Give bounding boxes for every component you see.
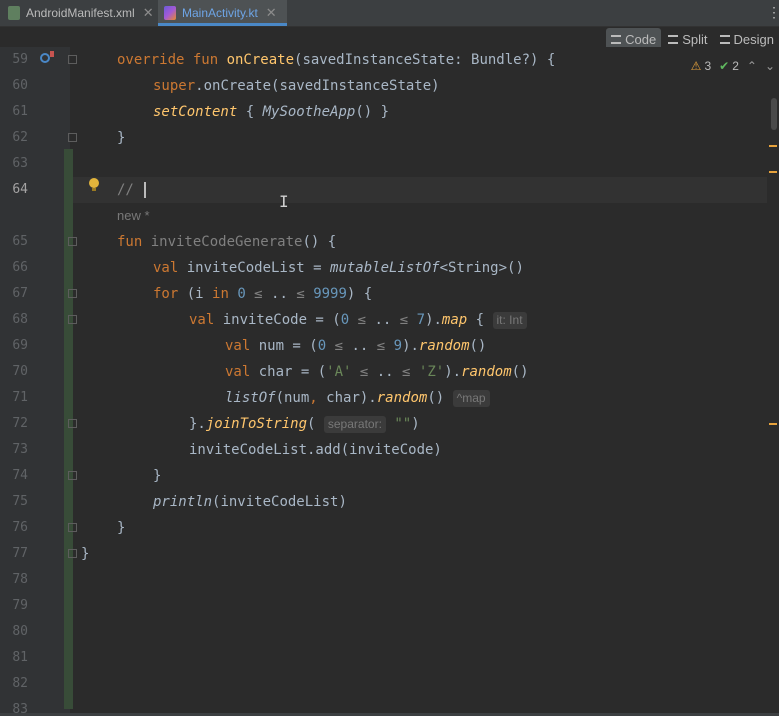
fold-marker-icon[interactable] <box>68 315 77 324</box>
editor-tab-bar: AndroidManifest.xml ✕ MainActivity.kt ✕ … <box>0 0 779 27</box>
code-line-67: for (i in 0 ≤ .. ≤ 9999) { <box>153 286 373 302</box>
code-line-74: } <box>153 468 162 484</box>
line-number: 62 <box>12 130 28 145</box>
line-number: 78 <box>12 572 28 587</box>
code-line-60: super.onCreate(savedInstanceState) <box>153 78 440 94</box>
view-mode-code-label: Code <box>625 31 657 47</box>
inspection-widget[interactable]: ⚠ 3 ✔ 2 ⌃ ⌄ <box>691 56 775 76</box>
close-icon[interactable]: ✕ <box>266 5 277 21</box>
tab-label: MainActivity.kt <box>182 6 258 20</box>
warning-marker[interactable] <box>769 171 777 173</box>
error-stripe[interactable] <box>765 50 779 713</box>
line-number-current: 64 <box>12 182 28 197</box>
chevron-up-icon[interactable]: ⌃ <box>747 59 757 73</box>
line-number: 83 <box>12 702 28 713</box>
inlay-hint: it: Int <box>492 311 527 329</box>
line-number: 69 <box>12 338 28 353</box>
code-line-71: listOf(num, char).random() ^map <box>225 385 490 411</box>
line-number: 74 <box>12 468 28 483</box>
line-number: 79 <box>12 598 28 613</box>
code-line-61: setContent { MySootheApp() } <box>153 104 390 120</box>
code-editor[interactable]: 59 60 61 62 63 64 65 66 67 68 69 70 71 7… <box>0 47 779 713</box>
line-number: 66 <box>12 260 28 275</box>
line-number: 77 <box>12 546 28 561</box>
line-number: 70 <box>12 364 28 379</box>
line-number: 63 <box>12 156 28 171</box>
code-line-75: println(inviteCodeList) <box>153 494 347 510</box>
line-number: 61 <box>12 104 28 119</box>
fold-marker-icon[interactable] <box>68 55 77 64</box>
tab-main-activity[interactable]: MainActivity.kt ✕ <box>158 0 287 26</box>
warning-icon: ⚠ <box>690 59 702 73</box>
fold-marker-icon[interactable] <box>68 419 77 428</box>
split-view-icon <box>668 34 679 44</box>
line-number: 65 <box>12 234 28 249</box>
line-number: 68 <box>12 312 28 327</box>
line-number: 60 <box>12 78 28 93</box>
code-line-77: } <box>81 546 90 562</box>
android-manifest-icon <box>8 6 20 20</box>
line-number: 71 <box>12 390 28 405</box>
more-options-icon[interactable]: ⋮ <box>767 4 779 21</box>
code-line-73: inviteCodeList.add(inviteCode) <box>189 442 442 458</box>
code-line-76: } <box>117 520 126 536</box>
code-line-65: fun inviteCodeGenerate() { <box>117 234 337 250</box>
mouse-ibeam-cursor-icon: I <box>279 192 289 211</box>
view-mode-design-label: Design <box>733 31 774 47</box>
inlay-hint: separator: <box>323 415 386 433</box>
fold-marker-icon[interactable] <box>68 471 77 480</box>
code-line-68: val inviteCode = (0 ≤ .. ≤ 7).map { it: … <box>189 307 527 333</box>
code-view-icon <box>611 34 622 44</box>
fold-marker-icon[interactable] <box>68 289 77 298</box>
line-number: 73 <box>12 442 28 457</box>
line-number: 59 <box>12 52 28 67</box>
warning-count: 3 <box>704 59 712 73</box>
code-line-66: val inviteCodeList = mutableListOf<Strin… <box>153 260 524 276</box>
tab-android-manifest[interactable]: AndroidManifest.xml ✕ <box>8 0 154 26</box>
tab-label: AndroidManifest.xml <box>26 6 135 20</box>
kotlin-file-icon <box>164 6 176 20</box>
code-line-69: val num = (0 ≤ .. ≤ 9).random() <box>225 338 487 354</box>
fold-marker-icon[interactable] <box>68 549 77 558</box>
current-line-highlight <box>73 177 767 203</box>
vcs-change-marker[interactable] <box>64 149 73 709</box>
check-icon: ✔ <box>719 59 730 73</box>
fold-marker-icon[interactable] <box>68 133 77 142</box>
fold-marker-icon[interactable] <box>68 523 77 532</box>
text-caret <box>144 182 147 198</box>
line-number: 76 <box>12 520 28 535</box>
warning-marker[interactable] <box>769 423 777 425</box>
close-icon[interactable]: ✕ <box>143 5 154 21</box>
inlay-hint: ^map <box>452 389 490 407</box>
design-view-icon <box>719 34 730 44</box>
line-number: 80 <box>12 624 28 639</box>
scrollbar-thumb[interactable] <box>771 98 777 130</box>
lightbulb-icon[interactable] <box>88 178 100 191</box>
warning-marker[interactable] <box>769 145 777 147</box>
code-line-59: override fun onCreate(savedInstanceState… <box>117 52 556 68</box>
weak-warning-count: 2 <box>732 59 739 73</box>
line-number: 82 <box>12 676 28 691</box>
fold-marker-icon[interactable] <box>68 237 77 246</box>
line-number: 81 <box>12 650 28 665</box>
author-hint: new * <box>117 208 150 223</box>
view-mode-split-label: Split <box>682 31 708 47</box>
code-line-64[interactable]: // <box>117 177 147 203</box>
line-number: 67 <box>12 286 28 301</box>
line-number: 75 <box>12 494 28 509</box>
override-method-icon[interactable] <box>40 53 50 63</box>
line-number: 72 <box>12 416 28 431</box>
code-line-72: }.joinToString( separator: "") <box>189 415 420 433</box>
code-line-70: val char = ('A' ≤ .. ≤ 'Z').random() <box>225 364 529 380</box>
implementation-marker-icon[interactable] <box>50 51 54 57</box>
code-line-62: } <box>117 130 126 146</box>
